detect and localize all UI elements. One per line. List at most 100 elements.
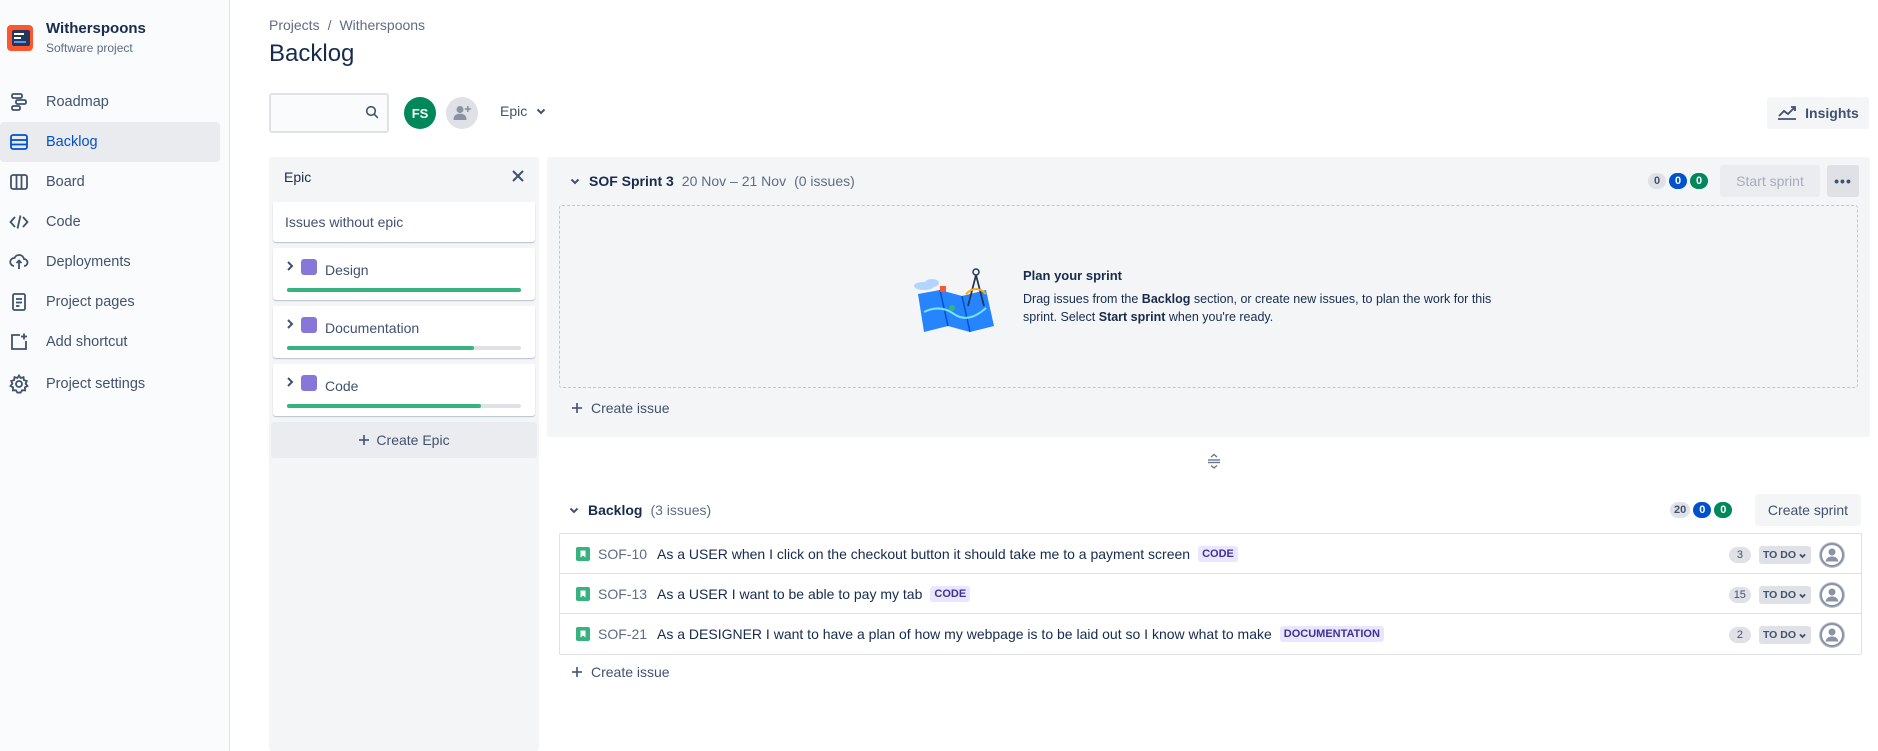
page-title: Backlog	[269, 40, 355, 67]
unassigned-avatar-icon[interactable]	[1819, 582, 1845, 608]
breadcrumb: Projects / Witherspoons	[269, 17, 425, 33]
epic-card-code[interactable]: Code	[273, 364, 535, 416]
chevron-down-icon[interactable]	[568, 504, 580, 516]
issues-without-epic[interactable]: Issues without epic	[273, 202, 535, 242]
breadcrumb-separator: /	[327, 17, 332, 33]
sprint-issue-count: (0 issues)	[794, 173, 855, 189]
issue-key[interactable]: SOF-21	[598, 626, 647, 642]
avatar[interactable]: FS	[404, 97, 436, 129]
issue-key[interactable]: SOF-10	[598, 546, 647, 562]
chevron-right-icon	[287, 319, 294, 329]
search-input[interactable]	[269, 93, 389, 133]
breadcrumb-projects-link[interactable]: Projects	[269, 17, 320, 33]
in-progress-count-badge: 0	[1693, 502, 1712, 518]
backlog-issue-list: SOF-10 As a USER when I click on the che…	[559, 533, 1862, 655]
backlog-icon	[8, 131, 30, 153]
issues-without-epic-label: Issues without epic	[285, 214, 404, 230]
create-epic-button[interactable]: Create Epic	[271, 422, 537, 458]
sidebar-item-backlog[interactable]: Backlog	[0, 122, 220, 162]
story-points-badge[interactable]: 2	[1728, 627, 1751, 643]
story-points-badge[interactable]: 15	[1728, 587, 1751, 603]
epic-lozenge[interactable]: CODE	[930, 585, 971, 602]
sidebar-item-code[interactable]: Code	[0, 202, 220, 242]
start-sprint-button[interactable]: Start sprint	[1720, 165, 1820, 197]
chevron-down-icon	[1799, 593, 1806, 598]
sidebar-item-add-shortcut[interactable]: Add shortcut	[0, 322, 220, 362]
issue-key[interactable]: SOF-13	[598, 586, 647, 602]
chevron-down-icon	[537, 108, 546, 115]
sidebar-nav: Roadmap Backlog Board Code Deployments P…	[0, 82, 230, 406]
story-points-badge[interactable]: 3	[1728, 547, 1751, 563]
unassigned-avatar-icon[interactable]	[1819, 542, 1845, 568]
epic-progress-fill	[287, 404, 482, 408]
sidebar-item-board[interactable]: Board	[0, 162, 220, 202]
status-dropdown[interactable]: TO DO	[1758, 626, 1811, 644]
epic-filter-dropdown[interactable]: Epic	[500, 103, 547, 119]
epic-color-swatch	[301, 259, 317, 275]
epic-lozenge[interactable]: DOCUMENTATION	[1279, 626, 1384, 642]
sprint-more-button[interactable]: •••	[1827, 165, 1859, 197]
epic-panel: Epic Issues without epic Design Document…	[269, 157, 539, 751]
create-epic-label: Create Epic	[376, 432, 450, 448]
sprint-dropzone[interactable]: Plan your sprint Drag issues from the Ba…	[559, 205, 1858, 388]
table-row[interactable]: SOF-13 As a USER I want to be able to pa…	[560, 574, 1861, 614]
epic-progress-bar	[287, 346, 521, 350]
epic-card-documentation[interactable]: Documentation	[273, 306, 535, 358]
create-issue-label: Create issue	[591, 664, 670, 680]
sprint-create-issue-button[interactable]: Create issue	[571, 400, 670, 416]
sidebar-item-label: Deployments	[46, 254, 131, 270]
plan-sprint-title: Plan your sprint	[1023, 268, 1122, 283]
epic-card-design[interactable]: Design	[273, 248, 535, 300]
epic-lozenge[interactable]: CODE	[1198, 545, 1238, 562]
sidebar-item-label: Project pages	[46, 294, 135, 310]
backlog-header[interactable]: Backlog (3 issues)	[568, 502, 711, 518]
create-sprint-button[interactable]: Create sprint	[1755, 494, 1861, 526]
sidebar-item-label: Code	[46, 214, 81, 230]
sprint-header[interactable]: SOF Sprint 3 20 Nov – 21 Nov (0 issues)	[569, 173, 855, 189]
project-name: Witherspoons	[46, 20, 146, 37]
story-icon	[576, 586, 590, 601]
story-icon	[576, 546, 590, 561]
epic-progress-fill	[287, 346, 475, 350]
close-epic-panel-button[interactable]	[511, 167, 525, 188]
add-people-button[interactable]	[446, 97, 478, 129]
code-icon	[8, 211, 30, 233]
add-person-icon	[453, 106, 471, 120]
plus-icon	[359, 435, 370, 445]
close-icon	[512, 170, 524, 182]
epic-color-swatch	[301, 375, 317, 391]
add-shortcut-icon	[8, 331, 30, 353]
sidebar: Witherspoons Software project Roadmap Ba…	[0, 0, 230, 751]
project-header[interactable]: Witherspoons Software project	[6, 20, 146, 55]
create-issue-label: Create issue	[591, 400, 670, 416]
chevron-right-icon	[287, 261, 294, 271]
page-icon	[8, 291, 30, 313]
sidebar-item-label: Project settings	[46, 376, 146, 392]
sidebar-item-roadmap[interactable]: Roadmap	[0, 82, 220, 122]
todo-count-badge: 0	[1648, 173, 1666, 189]
chevron-right-icon	[287, 377, 294, 387]
table-row[interactable]: SOF-10 As a USER when I click on the che…	[560, 534, 1861, 574]
plus-icon	[572, 667, 582, 677]
status-label: TO DO	[1762, 549, 1796, 561]
insights-button[interactable]: Insights	[1767, 97, 1869, 129]
issue-summary: As a USER when I click on the checkout b…	[657, 545, 1191, 562]
chevron-down-icon[interactable]	[569, 175, 581, 187]
sidebar-item-deployments[interactable]: Deployments	[0, 242, 220, 282]
issue-summary: As a USER I want to be able to pay my ta…	[657, 585, 923, 602]
unassigned-avatar-icon[interactable]	[1819, 622, 1845, 648]
backlog-create-issue-button[interactable]: Create issue	[571, 664, 670, 680]
done-count-badge: 0	[1690, 173, 1708, 189]
sidebar-item-project-pages[interactable]: Project pages	[0, 282, 220, 322]
project-type: Software project	[46, 41, 133, 55]
sprint-dates: 20 Nov – 21 Nov	[681, 173, 787, 189]
roadmap-icon	[8, 91, 30, 113]
resize-handle-icon[interactable]	[1206, 453, 1222, 472]
status-dropdown[interactable]: TO DO	[1758, 546, 1811, 564]
sidebar-item-label: Roadmap	[46, 94, 109, 110]
sidebar-item-project-settings[interactable]: Project settings	[0, 362, 220, 406]
breadcrumb-project-link[interactable]: Witherspoons	[339, 17, 425, 33]
epic-progress-bar	[287, 404, 521, 408]
status-dropdown[interactable]: TO DO	[1758, 586, 1811, 604]
table-row[interactable]: SOF-21 As a DESIGNER I want to have a pl…	[560, 614, 1861, 654]
